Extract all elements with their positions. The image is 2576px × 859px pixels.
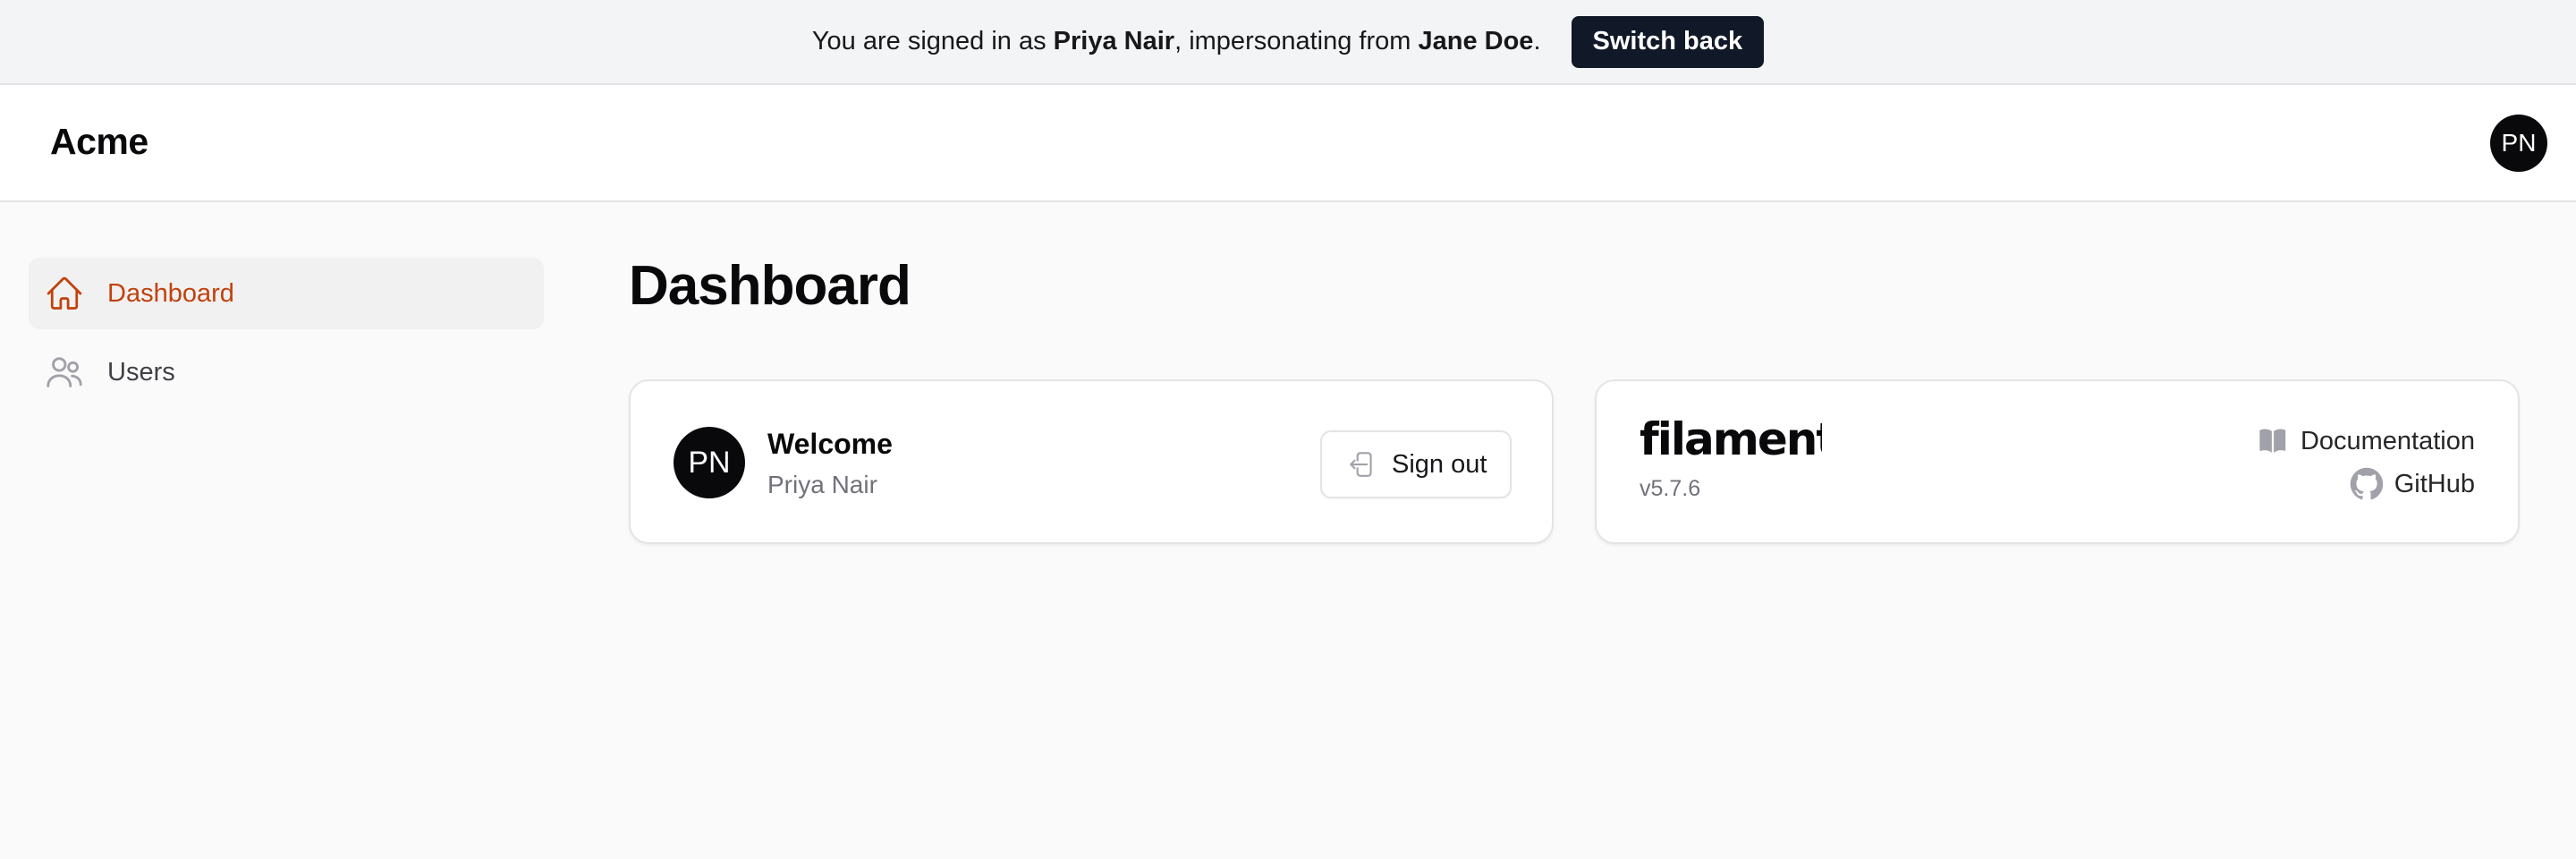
documentation-link-label: Documentation <box>2300 426 2475 455</box>
sign-out-icon <box>1347 449 1377 480</box>
impersonation-message: You are signed in as Priya Nair, imperso… <box>812 27 1541 56</box>
sidebar-item-label: Dashboard <box>107 278 234 308</box>
welcome-heading: Welcome <box>767 428 893 460</box>
impersonation-banner: You are signed in as Priya Nair, imperso… <box>0 0 2576 85</box>
filament-info-widget: filament v5.7.6 Documentation GitHub <box>1595 379 2520 544</box>
topbar: Acme PN <box>0 85 2576 202</box>
banner-middle-text: , impersonating from <box>1174 27 1419 55</box>
sidebar-item-users[interactable]: Users <box>29 336 544 408</box>
home-icon <box>43 272 86 315</box>
users-icon <box>43 351 86 394</box>
filament-logo-text: filament <box>1640 413 1822 465</box>
account-user-name: Priya Nair <box>767 471 877 498</box>
brand-logo[interactable]: Acme <box>50 121 148 163</box>
sign-out-label: Sign out <box>1392 449 1487 479</box>
account-widget: PN Welcome Priya Nair Sign out <box>629 379 1554 544</box>
banner-suffix-text: . <box>1533 27 1541 55</box>
filament-logo[interactable]: filament <box>1640 413 1822 465</box>
sign-out-button[interactable]: Sign out <box>1320 430 1512 498</box>
impersonated-user-name: Priya Nair <box>1053 27 1175 55</box>
book-open-icon <box>2256 424 2290 458</box>
version-label: v5.7.6 <box>1640 476 1701 501</box>
sidebar-item-label: Users <box>107 357 175 387</box>
avatar: PN <box>674 427 745 498</box>
user-menu-avatar[interactable]: PN <box>2490 115 2547 172</box>
page-title: Dashboard <box>629 255 911 317</box>
github-icon <box>2350 467 2384 501</box>
github-link[interactable]: GitHub <box>2350 467 2475 501</box>
github-link-label: GitHub <box>2394 469 2475 498</box>
banner-prefix-text: You are signed in as <box>811 27 1054 55</box>
sidebar-item-dashboard[interactable]: Dashboard <box>29 258 544 329</box>
switch-back-button[interactable]: Switch back <box>1571 15 1765 68</box>
impersonator-name: Jane Doe <box>1418 27 1534 55</box>
documentation-link[interactable]: Documentation <box>2256 424 2475 458</box>
